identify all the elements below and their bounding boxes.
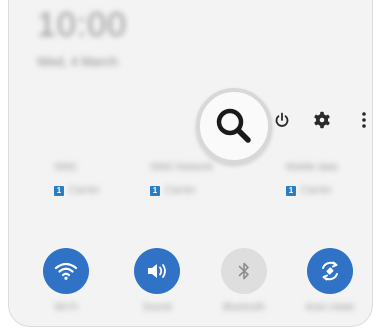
sim-item-1[interactable]: SIM1 1 Carrier (54, 162, 144, 196)
sim-item-2[interactable]: SIM2 Network 1 Carrier (150, 162, 240, 196)
bluetooth-icon (238, 262, 249, 280)
sim-name: SIM1 (54, 162, 78, 173)
auto-rotate-icon (322, 261, 338, 281)
sim-carrier: Carrier (165, 185, 196, 196)
tile-label: Sound (142, 302, 172, 313)
quick-panel: 10:00 Wed, 4 March SIM1 1 Carrier SIM2 N… (8, 0, 373, 327)
tile-label: Bluetooth (222, 302, 266, 313)
search-button[interactable] (196, 88, 272, 164)
sim-badge-icon: 1 (150, 185, 160, 196)
sim-badge-icon: 1 (54, 185, 64, 196)
wifi-toggle[interactable] (43, 248, 89, 294)
wifi-icon (54, 262, 78, 280)
sim-name: Mobile data (286, 162, 338, 173)
sound-toggle[interactable] (134, 248, 180, 294)
tile-label: Wi-Fi (54, 302, 78, 313)
more-options-icon (362, 112, 366, 128)
sim-name: SIM2 Network (150, 162, 213, 173)
power-button[interactable] (271, 109, 293, 131)
sim-badge-icon: 1 (286, 185, 296, 196)
bluetooth-toggle[interactable] (221, 248, 267, 294)
auto-rotate-toggle[interactable] (307, 248, 353, 294)
power-icon (275, 112, 289, 127)
sim-carrier: Carrier (69, 185, 100, 196)
more-options-button[interactable] (353, 109, 372, 131)
clock: 10:00 (37, 6, 128, 44)
tile-label: Auto rotate (305, 302, 355, 313)
sim-carrier: Carrier (301, 185, 332, 196)
sim-item-3[interactable]: Mobile data 1 Carrier (286, 162, 372, 196)
sound-icon (148, 264, 166, 278)
date-label: Wed, 4 March (37, 54, 118, 69)
search-icon (216, 108, 251, 143)
settings-button[interactable] (311, 109, 333, 131)
gear-icon (314, 111, 330, 129)
